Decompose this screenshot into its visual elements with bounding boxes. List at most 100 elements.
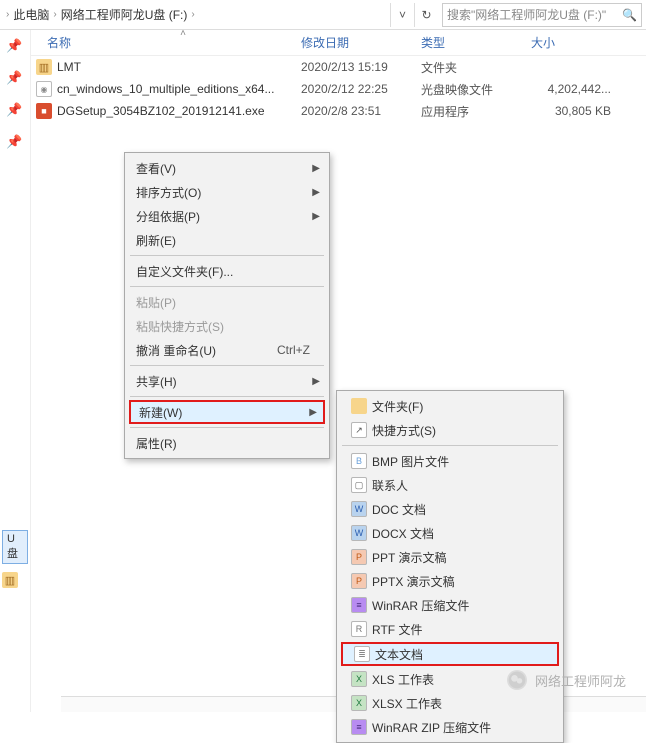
new-item-label: RTF 文件 — [372, 621, 422, 638]
new-item-label: DOC 文档 — [372, 501, 426, 518]
breadcrumb[interactable]: › 此电脑 › 网络工程师阿龙U盘 (F:) › — [0, 0, 390, 29]
pin-icon[interactable]: 📌 — [0, 30, 30, 62]
new-item-label: 联系人 — [372, 477, 408, 494]
menu-separator — [342, 445, 558, 446]
file-size: 30,805 KB — [531, 104, 621, 118]
new-item[interactable]: ▢联系人 — [340, 473, 560, 497]
menu-item-refresh[interactable]: 刷新(E) — [128, 228, 326, 252]
folder-icon[interactable]: ▥ — [2, 572, 18, 588]
new-item-label: WinRAR 压缩文件 — [372, 597, 469, 614]
menu-item-paste: 粘贴(P) — [128, 290, 326, 314]
folder-icon: ▥ — [36, 59, 52, 75]
doc-icon: X — [351, 695, 367, 711]
menu-separator — [130, 286, 324, 287]
quick-item-drive[interactable]: U盘 — [2, 530, 28, 564]
file-size: 4,202,442... — [531, 82, 621, 96]
new-item-label: BMP 图片文件 — [372, 453, 449, 470]
file-name: cn_windows_10_multiple_editions_x64... — [57, 82, 301, 96]
sort-indicator-icon: ˄ — [168, 28, 198, 39]
new-item-label: 快捷方式(S) — [372, 422, 436, 439]
menu-separator — [130, 255, 324, 256]
col-type[interactable]: 类型 — [421, 34, 531, 51]
doc-icon: ≡ — [351, 597, 367, 613]
pin-icon[interactable]: 📌 — [0, 126, 30, 158]
new-item-label: XLS 工作表 — [372, 671, 434, 688]
doc-icon: P — [351, 573, 367, 589]
submenu-arrow-icon: ▶ — [312, 163, 320, 174]
menu-separator — [130, 427, 324, 428]
doc-icon: W — [351, 501, 367, 517]
new-item-label: 文本文档 — [375, 646, 423, 663]
menu-item-sort[interactable]: 排序方式(O)▶ — [128, 180, 326, 204]
watermark: 网络工程师阿龙 — [507, 670, 626, 690]
new-item[interactable]: R RTF 文件 — [340, 617, 560, 641]
pin-icon[interactable]: 📌 — [0, 94, 30, 126]
wechat-icon — [507, 670, 527, 690]
doc-icon: ≡ — [351, 719, 367, 735]
menu-item-share[interactable]: 共享(H)▶ — [128, 369, 326, 393]
new-item[interactable]: XXLSX 工作表 — [340, 691, 560, 715]
new-item[interactable]: W DOCX 文档 — [340, 521, 560, 545]
col-size[interactable]: 大小 — [531, 34, 621, 51]
new-item-label: WinRAR ZIP 压缩文件 — [372, 719, 491, 736]
submenu-arrow-icon: ▶ — [312, 211, 320, 222]
folder-icon — [351, 398, 367, 414]
search-input[interactable]: 搜索"网络工程师阿龙U盘 (F:)" 🔍 — [442, 3, 642, 27]
doc-icon: B — [351, 453, 367, 469]
menu-item-group[interactable]: 分组依据(P)▶ — [128, 204, 326, 228]
submenu-arrow-icon: ▶ — [312, 187, 320, 198]
link-icon: ↗ — [351, 422, 367, 438]
file-row[interactable]: ■ DGSetup_3054BZ102_201912141.exe2020/2/8… — [31, 100, 646, 122]
file-name: DGSetup_3054BZ102_201912141.exe — [57, 104, 301, 118]
doc-icon: ≣ — [354, 646, 370, 662]
chevron-right-icon: › — [191, 9, 194, 20]
context-menu-main: 查看(V)▶ 排序方式(O)▶ 分组依据(P)▶ 刷新(E) 自定义文件夹(F)… — [124, 152, 330, 459]
new-item[interactable]: ≣ 文本文档 — [341, 642, 559, 666]
new-item[interactable]: PPPTX 演示文稿 — [340, 569, 560, 593]
submenu-arrow-icon: ▶ — [312, 376, 320, 387]
file-name: LMT — [57, 60, 301, 74]
new-item[interactable]: PPPT 演示文稿 — [340, 545, 560, 569]
context-menu-new: 文件夹(F) ↗ 快捷方式(S) B BMP 图片文件 ▢联系人 W DOC 文档 W DOCX … — [336, 390, 564, 743]
col-date[interactable]: 修改日期 — [301, 34, 421, 51]
new-item[interactable]: 文件夹(F) — [340, 394, 560, 418]
breadcrumb-segment-drive[interactable]: 网络工程师阿龙U盘 (F:) — [61, 6, 188, 23]
file-row[interactable]: ▥LMT2020/2/13 15:19文件夹 — [31, 56, 646, 78]
col-name[interactable]: 名称 — [31, 34, 301, 51]
file-type: 光盘映像文件 — [421, 81, 531, 98]
new-item-label: 文件夹(F) — [372, 398, 423, 415]
doc-icon: R — [351, 621, 367, 637]
pin-icon[interactable]: 📌 — [0, 62, 30, 94]
quick-access-strip: 📌 📌 📌 📌 U盘 ▥ — [0, 30, 30, 712]
address-toolbar: › 此电脑 › 网络工程师阿龙U盘 (F:) › ˅ ↻ 搜索"网络工程师阿龙U… — [0, 0, 646, 30]
search-icon: 🔍 — [622, 8, 637, 22]
new-item[interactable]: W DOC 文档 — [340, 497, 560, 521]
column-headers[interactable]: 名称 修改日期 类型 大小 — [31, 30, 646, 56]
file-type: 文件夹 — [421, 59, 531, 76]
doc-icon: W — [351, 525, 367, 541]
menu-item-customize[interactable]: 自定义文件夹(F)... — [128, 259, 326, 283]
menu-separator — [130, 365, 324, 366]
doc-icon: P — [351, 549, 367, 565]
menu-separator — [130, 396, 324, 397]
file-row[interactable]: ◉ cn_windows_10_multiple_editions_x64...2… — [31, 78, 646, 100]
submenu-arrow-icon: ▶ — [309, 407, 317, 418]
new-item[interactable]: ≡ WinRAR 压缩文件 — [340, 593, 560, 617]
file-date: 2020/2/8 23:51 — [301, 104, 421, 118]
new-item-label: DOCX 文档 — [372, 525, 434, 542]
menu-item-undo[interactable]: 撤消 重命名(U)Ctrl+Z — [128, 338, 326, 362]
menu-item-new[interactable]: 新建(W)▶ — [129, 400, 325, 424]
refresh-button[interactable]: ↻ — [414, 3, 438, 27]
chevron-right-icon: › — [53, 9, 56, 20]
menu-item-view[interactable]: 查看(V)▶ — [128, 156, 326, 180]
file-date: 2020/2/12 22:25 — [301, 82, 421, 96]
breadcrumb-segment-pc[interactable]: 此电脑 — [13, 6, 49, 23]
new-item[interactable]: ≡ WinRAR ZIP 压缩文件 — [340, 715, 560, 739]
menu-item-properties[interactable]: 属性(R) — [128, 431, 326, 455]
new-item[interactable]: ↗ 快捷方式(S) — [340, 418, 560, 442]
search-placeholder: 搜索"网络工程师阿龙U盘 (F:)" — [447, 6, 606, 23]
exe-icon: ■ — [36, 103, 52, 119]
disc-icon: ◉ — [36, 81, 52, 97]
new-item[interactable]: B BMP 图片文件 — [340, 449, 560, 473]
dropdown-button[interactable]: ˅ — [390, 3, 414, 27]
